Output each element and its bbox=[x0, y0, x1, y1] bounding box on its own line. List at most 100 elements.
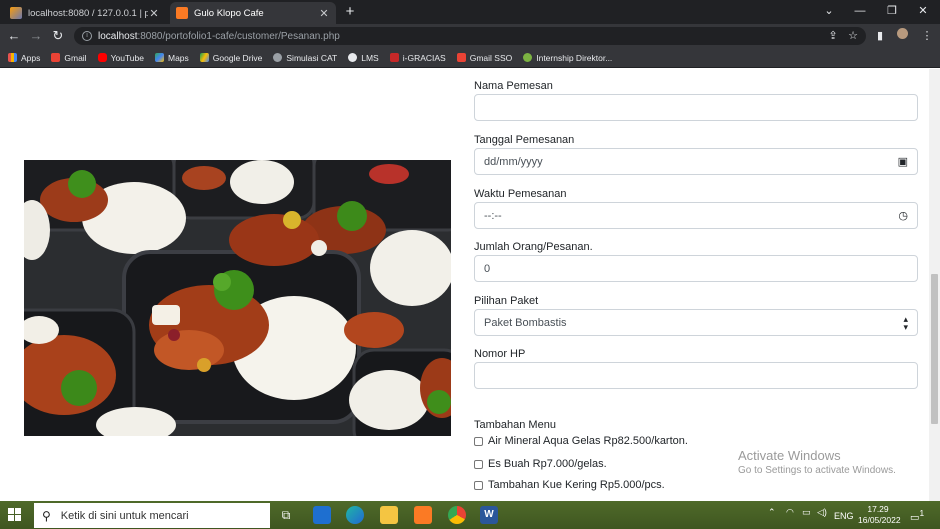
internship-icon bbox=[523, 53, 533, 62]
tambahan-checkbox-es-buah[interactable]: Es Buah Rp7.000/gelas. bbox=[474, 458, 607, 470]
show-hidden-icons-icon[interactable]: ⌃ bbox=[768, 507, 776, 518]
waktu-label: Waktu Pemesanan bbox=[474, 188, 567, 200]
bookmark-gmail-sso[interactable]: Gmail SSO bbox=[456, 52, 513, 63]
bookmark-label: Simulasi CAT bbox=[286, 52, 338, 63]
share-icon[interactable]: ⇪ bbox=[826, 28, 840, 44]
bookmark-label: Maps bbox=[167, 52, 189, 63]
tanggal-input[interactable]: dd/mm/yyyy ▣ bbox=[474, 148, 918, 175]
bookmark-youtube[interactable]: YouTube bbox=[97, 53, 144, 63]
notification-icon[interactable]: ▭1 bbox=[910, 508, 924, 523]
browser-toolbar: ← → ↻ i localhost:8080/portofolio1-cafe/… bbox=[0, 24, 940, 48]
bookmark-apps[interactable]: Apps bbox=[8, 53, 40, 63]
side-panel-icon[interactable]: ▮ bbox=[873, 28, 887, 44]
clock-icon[interactable]: ◷ bbox=[898, 209, 908, 222]
bookmark-i-gracias[interactable]: i-GRACIAS bbox=[389, 53, 446, 63]
i-gracias-icon bbox=[389, 53, 399, 62]
bookmark-google-drive[interactable]: Google Drive bbox=[199, 52, 263, 63]
search-icon: ⚲ bbox=[42, 508, 51, 523]
clock-date: 16/05/2022 bbox=[858, 515, 901, 525]
tambahan-menu-label: Tambahan Menu bbox=[474, 419, 556, 431]
paket-label: Pilihan Paket bbox=[474, 295, 539, 307]
hp-label: Nomor HP bbox=[474, 348, 526, 360]
address-bar[interactable]: i localhost:8080/portofolio1-cafe/custom… bbox=[74, 27, 866, 45]
waktu-value: --:-- bbox=[484, 209, 502, 222]
tanggal-label: Tanggal Pemesanan bbox=[474, 134, 575, 146]
gmail-icon bbox=[456, 53, 466, 62]
food-photo bbox=[24, 160, 451, 436]
nama-input[interactable] bbox=[474, 94, 918, 121]
back-icon[interactable]: ← bbox=[6, 28, 22, 44]
activate-windows-title: Activate Windows bbox=[738, 448, 841, 463]
taskbar-search-box[interactable]: ⚲ Ketik di sini untuk mencari bbox=[34, 503, 270, 528]
hp-input[interactable] bbox=[474, 362, 918, 389]
checkbox[interactable] bbox=[474, 459, 483, 469]
tab-search-icon[interactable]: ⌄ bbox=[814, 2, 844, 20]
checkbox[interactable] bbox=[474, 480, 483, 490]
bookmark-label: Gmail SSO bbox=[469, 52, 513, 63]
microsoft-store-icon[interactable] bbox=[313, 506, 331, 524]
minimize-button[interactable]: — bbox=[845, 2, 875, 20]
tab-phpmyadmin[interactable]: localhost:8080 / 127.0.0.1 | phpMy ✕ bbox=[4, 2, 166, 24]
taskbar-clock[interactable]: 17.29 16/05/2022 bbox=[858, 504, 901, 526]
url-path: :8080/portofolio1-cafe/customer/Pesanan.… bbox=[137, 30, 340, 42]
jumlah-input[interactable]: 0 bbox=[474, 255, 918, 282]
activate-windows-subtitle: Go to Settings to activate Windows. bbox=[738, 465, 896, 476]
google-drive-icon bbox=[199, 53, 209, 62]
bookmarks-bar: Apps Gmail YouTube Maps Google Drive Sim… bbox=[0, 48, 940, 68]
browser-tab-strip: localhost:8080 / 127.0.0.1 | phpMy ✕ Gul… bbox=[0, 0, 940, 24]
bookmark-label: Apps bbox=[21, 52, 41, 63]
bookmark-simulasi-cat[interactable]: Simulasi CAT bbox=[273, 53, 337, 63]
tab-title: Gulo Klopo Cafe bbox=[194, 7, 264, 19]
xampp-icon bbox=[176, 7, 188, 19]
bookmark-star-icon[interactable]: ☆ bbox=[846, 28, 860, 44]
url-host: localhost bbox=[98, 30, 138, 42]
bookmark-gmail[interactable]: Gmail bbox=[51, 52, 87, 63]
word-icon[interactable]: W bbox=[480, 506, 498, 524]
tab-gulo-klopo-cafe[interactable]: Gulo Klopo Cafe ✕ bbox=[170, 2, 336, 24]
xampp-icon[interactable] bbox=[414, 506, 432, 524]
menu-kebab-icon[interactable]: ⋮ bbox=[920, 28, 934, 44]
file-explorer-icon[interactable] bbox=[380, 506, 398, 524]
gmail-icon bbox=[51, 53, 61, 62]
chrome-icon[interactable] bbox=[448, 506, 466, 524]
checkbox[interactable] bbox=[474, 436, 483, 446]
battery-icon[interactable]: ▭ bbox=[802, 507, 811, 518]
volume-icon[interactable]: ◁) bbox=[817, 507, 827, 518]
tambahan-checkbox-kue-kering[interactable]: Tambahan Kue Kering Rp5.000/pcs. bbox=[474, 479, 665, 491]
lms-icon bbox=[348, 53, 358, 62]
restore-button[interactable]: ❐ bbox=[877, 2, 907, 20]
youtube-icon bbox=[97, 53, 107, 62]
new-tab-icon[interactable]: + bbox=[342, 3, 358, 20]
paket-select[interactable]: Paket Bombastis ▴ ▾ bbox=[474, 309, 918, 336]
edge-icon[interactable] bbox=[346, 506, 364, 524]
site-info-icon[interactable]: i bbox=[82, 31, 92, 41]
close-tab-icon[interactable]: ✕ bbox=[148, 7, 160, 20]
bookmark-label: Gmail bbox=[64, 52, 87, 63]
maps-icon bbox=[154, 53, 164, 62]
globe-icon bbox=[273, 53, 283, 62]
profile-avatar[interactable] bbox=[895, 28, 909, 44]
language-indicator[interactable]: ENG bbox=[834, 511, 854, 521]
tambahan-checkbox-air-mineral[interactable]: Air Mineral Aqua Gelas Rp82.500/karton. bbox=[474, 435, 688, 447]
bookmark-internship[interactable]: Internship Direktor... bbox=[523, 53, 612, 63]
forward-icon[interactable]: → bbox=[28, 28, 44, 44]
search-placeholder: Ketik di sini untuk mencari bbox=[60, 509, 189, 522]
bookmark-label: Google Drive bbox=[212, 52, 263, 63]
calendar-icon[interactable]: ▣ bbox=[898, 155, 908, 168]
bookmark-lms[interactable]: LMS bbox=[348, 53, 379, 63]
nama-label: Nama Pemesan bbox=[474, 80, 553, 92]
close-window-button[interactable]: ✕ bbox=[908, 2, 938, 20]
clock-time: 17.29 bbox=[867, 504, 889, 514]
waktu-input[interactable]: --:-- ◷ bbox=[474, 202, 918, 229]
network-icon[interactable]: ◠ bbox=[786, 507, 794, 518]
bento-boxes-image bbox=[24, 160, 451, 436]
task-view-icon[interactable]: ⧉ bbox=[277, 506, 295, 524]
windows-start-icon[interactable] bbox=[8, 508, 22, 522]
bookmark-maps[interactable]: Maps bbox=[154, 52, 189, 63]
scrollbar-thumb[interactable] bbox=[931, 274, 938, 424]
reload-icon[interactable]: ↻ bbox=[50, 28, 66, 44]
phpmyadmin-icon bbox=[10, 7, 22, 19]
page-scrollbar[interactable] bbox=[929, 69, 940, 501]
checkbox-label: Es Buah Rp7.000/gelas. bbox=[488, 458, 607, 470]
close-tab-icon[interactable]: ✕ bbox=[318, 7, 330, 20]
